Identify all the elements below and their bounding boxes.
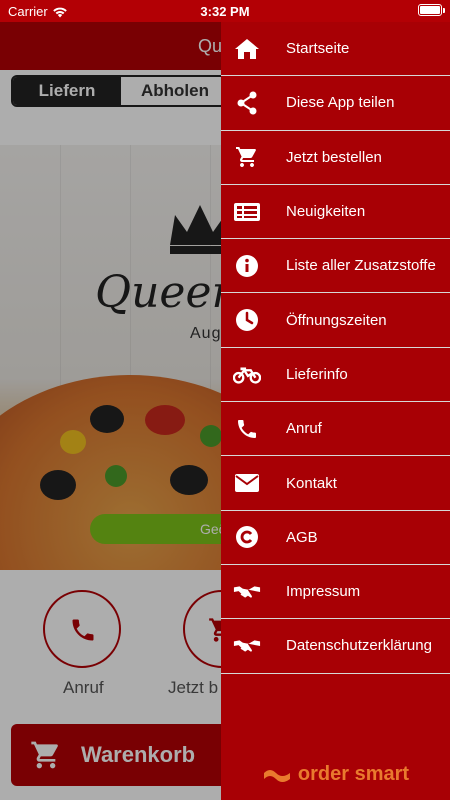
menu-item-zusatzstoffe[interactable]: Liste aller Zusatzstoffe [221,239,450,294]
home-icon [233,37,261,61]
side-menu: Startseite Diese App teilen Jetzt bestel… [221,22,450,800]
status-bar: Carrier 3:32 PM [0,0,450,22]
menu-item-startseite[interactable]: Startseite [221,22,450,77]
motorcycle-icon [233,362,261,386]
battery-icon [418,4,445,16]
cart-icon [233,145,261,169]
menu-item-label: Kontakt [286,474,337,492]
menu-item-label: Liste aller Zusatzstoffe [286,257,436,275]
menu-item-label: Anruf [286,420,322,438]
menu-item-label: Öffnungszeiten [286,311,387,329]
handshake-icon [233,580,261,604]
menu-item-datenschutz[interactable]: Datenschutzerklärung [221,619,450,674]
menu-item-neuigkeiten[interactable]: Neuigkeiten [221,185,450,240]
clock-icon [233,308,261,332]
brand-name: order smart [297,763,410,785]
menu-item-oeffnungszeiten[interactable]: Öffnungszeiten [221,293,450,348]
menu-item-agb[interactable]: AGB [221,511,450,565]
menu-item-label: Datenschutzerklärung [286,637,432,655]
menu-item-label: Lieferinfo [286,365,348,383]
menu-item-label: AGB [286,528,318,546]
share-icon [233,91,261,115]
menu-item-kontakt[interactable]: Kontakt [221,456,450,511]
menu-item-jetzt-bestellen[interactable]: Jetzt bestellen [221,131,450,185]
phone-icon [233,417,261,441]
menu-item-label: Diese App teilen [286,94,395,112]
menu-item-label: Jetzt bestellen [286,148,382,166]
handshake-icon [233,634,261,658]
mail-icon [233,471,261,495]
order-smart-logo: order smart [221,763,450,786]
menu-item-anruf[interactable]: Anruf [221,402,450,457]
menu-item-label: Neuigkeiten [286,203,366,221]
menu-item-label: Impressum [286,583,361,601]
status-time: 3:32 PM [200,4,250,19]
menu-item-lieferinfo[interactable]: Lieferinfo [221,348,450,403]
copyright-icon [233,525,261,549]
brand-mark-icon [263,769,290,782]
news-icon [233,200,261,224]
info-icon [233,254,261,278]
menu-item-label: Startseite [286,40,350,58]
menu-item-app-teilen[interactable]: Diese App teilen [221,76,450,131]
menu-item-impressum[interactable]: Impressum [221,565,450,620]
